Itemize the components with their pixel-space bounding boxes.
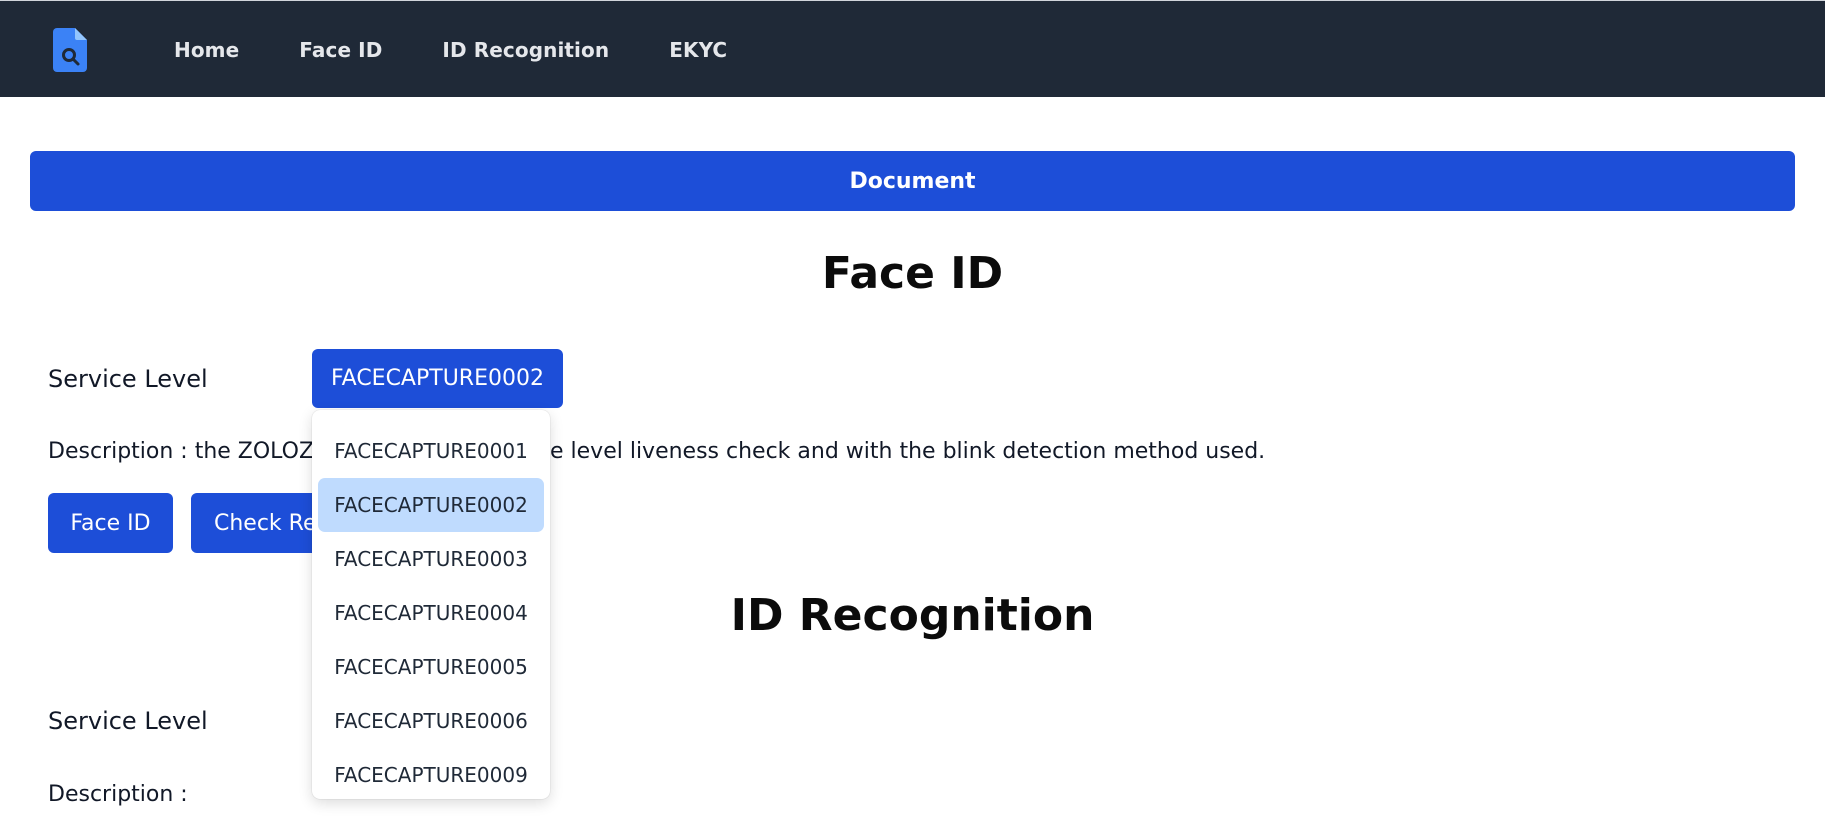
face-id-description-end: e level liveness check and with the blin… [550, 439, 1266, 464]
dropdown-option[interactable]: FACECAPTURE0004 [318, 586, 544, 640]
nav-links: Home Face ID ID Recognition EKYC [174, 1, 727, 98]
dropdown-option[interactable]: FACECAPTURE0001 [318, 424, 544, 478]
face-id-title: Face ID [821, 248, 1004, 299]
face-id-description-start: Description : the ZOLOZ s [48, 439, 333, 464]
face-id-service-level-label: Service Level [48, 365, 208, 393]
nav-id-recognition-link[interactable]: ID Recognition [442, 38, 609, 62]
document-button[interactable]: Document [30, 151, 1795, 211]
check-result-button[interactable]: Check Re [191, 493, 321, 553]
face-id-button[interactable]: Face ID [48, 493, 173, 553]
id-recognition-title: ID Recognition [730, 590, 1095, 641]
id-recognition-description-label: Description : [48, 782, 188, 807]
nav-home-link[interactable]: Home [174, 38, 239, 62]
dropdown-option[interactable]: FACECAPTURE0006 [318, 694, 544, 748]
nav-face-id-link[interactable]: Face ID [299, 38, 382, 62]
dropdown-option-selected[interactable]: FACECAPTURE0002 [318, 478, 544, 532]
dropdown-option[interactable]: FACECAPTURE0005 [318, 640, 544, 694]
document-search-icon[interactable] [53, 28, 91, 72]
top-navbar: Home Face ID ID Recognition EKYC [0, 0, 1825, 97]
dropdown-option[interactable]: FACECAPTURE0003 [318, 532, 544, 586]
dropdown-option[interactable]: FACECAPTURE0009 [318, 748, 544, 802]
service-level-select[interactable]: FACECAPTURE0002 [312, 349, 563, 408]
service-level-dropdown-menu: FACECAPTURE0001 FACECAPTURE0002 FACECAPT… [312, 410, 550, 799]
nav-ekyc-link[interactable]: EKYC [669, 38, 727, 62]
id-recognition-service-level-label: Service Level [48, 707, 208, 735]
